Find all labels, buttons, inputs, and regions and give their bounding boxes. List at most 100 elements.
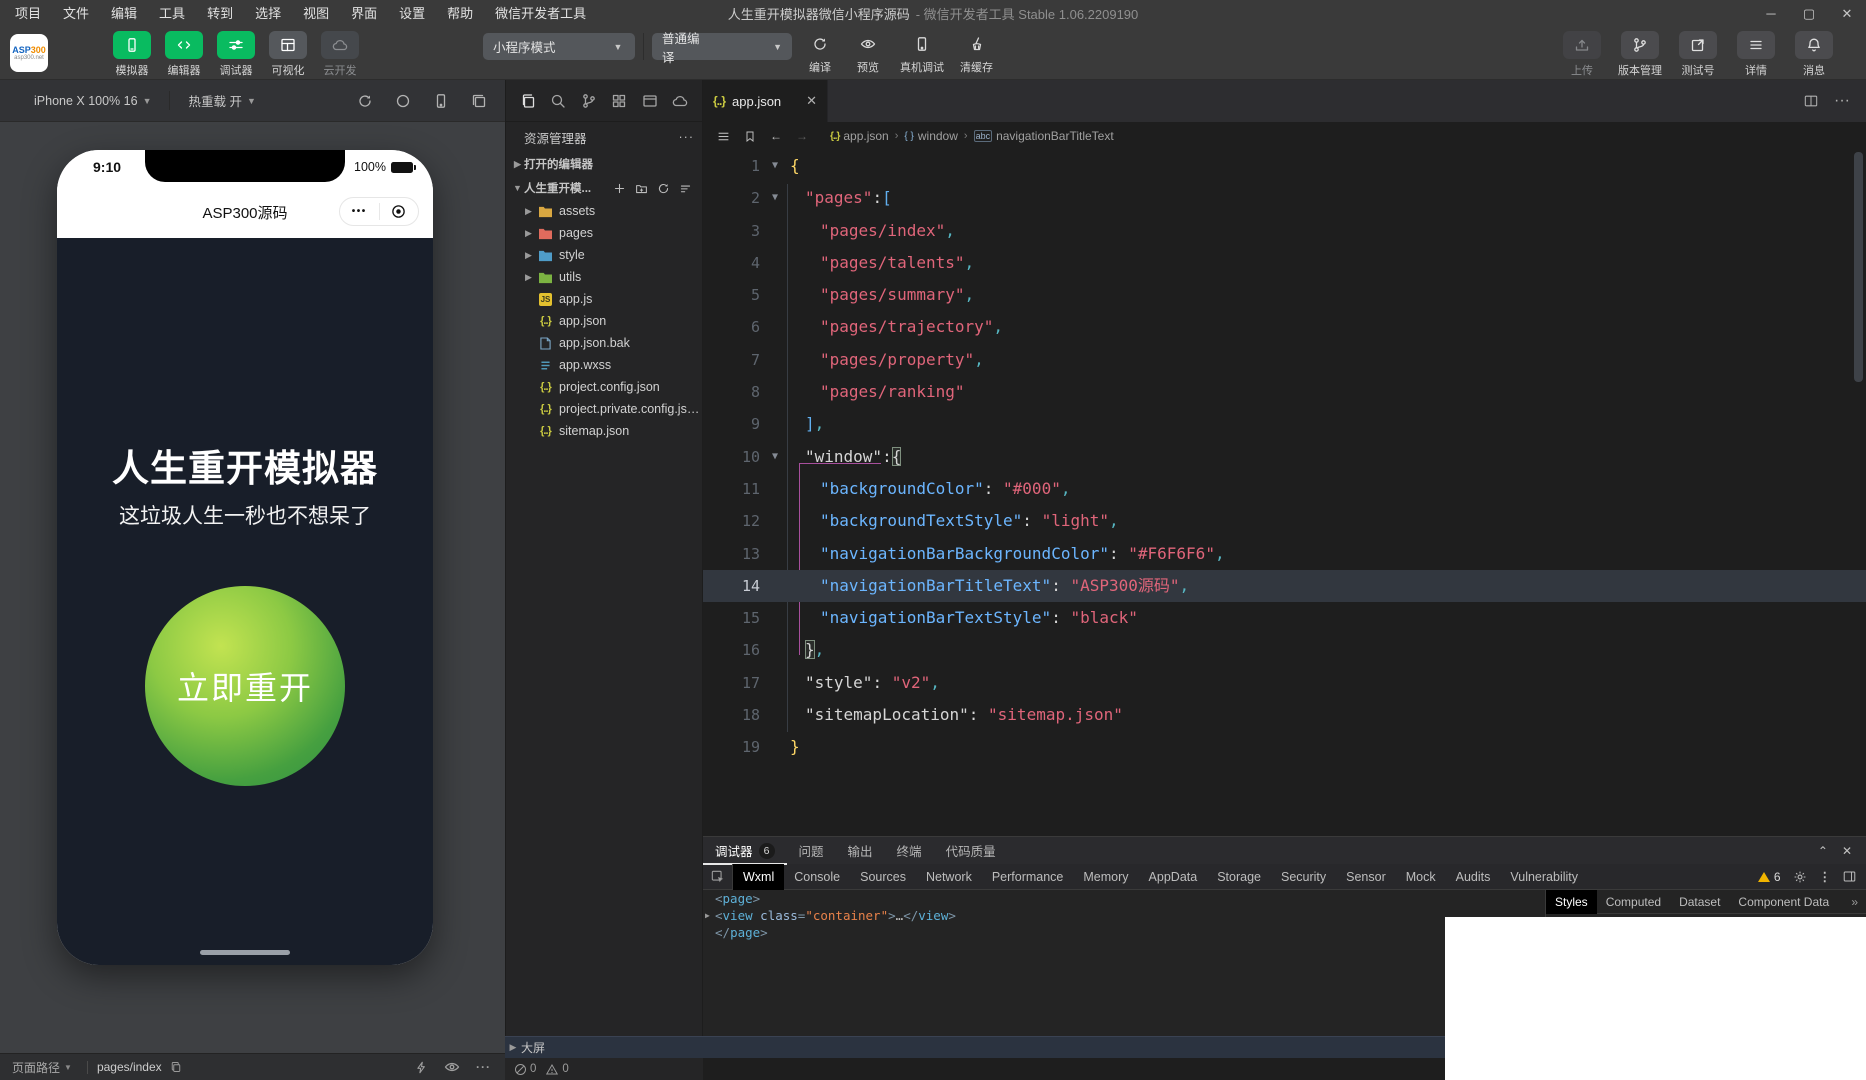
breadcrumb-item-app.json[interactable]: {..}app.json bbox=[830, 129, 889, 143]
collapse-panel-icon[interactable]: ⌃ bbox=[1818, 844, 1828, 858]
code-line-2[interactable]: 2▼"pages":[ bbox=[703, 182, 1866, 214]
code-line-17[interactable]: 17"style": "v2", bbox=[703, 667, 1866, 699]
close-tab-icon[interactable]: ✕ bbox=[806, 93, 817, 109]
eye-icon[interactable] bbox=[444, 1059, 460, 1075]
record-icon[interactable] bbox=[395, 93, 411, 109]
toolbar-button-编辑器[interactable]: 编辑器 bbox=[164, 31, 204, 78]
wxml-node-0[interactable]: <page> bbox=[703, 890, 1545, 907]
code-line-19[interactable]: 19} bbox=[703, 731, 1866, 763]
code-line-14[interactable]: 14"navigationBarTitleText": "ASP300源码", bbox=[703, 570, 1866, 602]
devtools-tab-Memory[interactable]: Memory bbox=[1073, 864, 1138, 890]
menu-item-帮助[interactable]: 帮助 bbox=[436, 0, 484, 27]
chevron-more-icon[interactable]: » bbox=[1851, 895, 1866, 909]
capsule-more-button[interactable]: ••• bbox=[340, 206, 379, 217]
code-line-12[interactable]: 12"backgroundTextStyle": "light", bbox=[703, 505, 1866, 537]
devtools-tab-Security[interactable]: Security bbox=[1271, 864, 1336, 890]
debugger-tab-调试器[interactable]: 调试器6 bbox=[703, 837, 787, 865]
nav-back-icon[interactable]: ← bbox=[770, 129, 782, 143]
device-select[interactable]: iPhone X 100% 16▼ bbox=[0, 94, 169, 108]
mode-select[interactable]: 小程序模式▼ bbox=[483, 33, 635, 60]
code-line-18[interactable]: 18"sitemapLocation": "sitemap.json" bbox=[703, 699, 1866, 731]
breadcrumb-item-navigationBarTitleText[interactable]: abcnavigationBarTitleText bbox=[974, 129, 1114, 143]
sync-icon[interactable] bbox=[657, 182, 670, 195]
tree-item-app.json[interactable]: {..}app.json bbox=[506, 310, 702, 332]
menu-item-文件[interactable]: 文件 bbox=[52, 0, 100, 27]
compile-select[interactable]: 普通编译▼ bbox=[652, 33, 792, 60]
menu-item-工具[interactable]: 工具 bbox=[148, 0, 196, 27]
devtools-tab-Vulnerability[interactable]: Vulnerability bbox=[1500, 864, 1588, 890]
code-line-9[interactable]: 9], bbox=[703, 408, 1866, 440]
hot-reload-toggle[interactable]: 热重载 开▼ bbox=[169, 91, 273, 110]
menu-item-设置[interactable]: 设置 bbox=[388, 0, 436, 27]
more-actions-icon[interactable]: ··· bbox=[1834, 92, 1850, 110]
new-folder-icon[interactable] bbox=[635, 182, 648, 195]
problems-status[interactable]: 0 0 bbox=[505, 1058, 703, 1080]
settings-gear-icon[interactable] bbox=[1793, 870, 1807, 884]
dock-side-icon[interactable] bbox=[1843, 870, 1856, 883]
kebab-menu-icon[interactable]: ⋮ bbox=[1819, 869, 1832, 884]
code-line-1[interactable]: 1▼{ bbox=[703, 150, 1866, 182]
nav-forward-icon[interactable]: → bbox=[796, 129, 808, 143]
menu-item-转到[interactable]: 转到 bbox=[196, 0, 244, 27]
cloud-icon[interactable] bbox=[672, 93, 688, 109]
devtools-tab-Wxml[interactable]: Wxml bbox=[733, 864, 784, 890]
warning-count[interactable]: 6 bbox=[1758, 870, 1781, 884]
code-line-10[interactable]: 10▼"window":{ bbox=[703, 441, 1866, 473]
tree-item-sitemap.json[interactable]: {..}sitemap.json bbox=[506, 420, 702, 442]
tree-item-app.js[interactable]: JSapp.js bbox=[506, 288, 702, 310]
bookmark-icon[interactable] bbox=[744, 130, 756, 143]
tree-item-app.wxss[interactable]: app.wxss bbox=[506, 354, 702, 376]
toolbar-button-模拟器[interactable]: 模拟器 bbox=[112, 31, 152, 78]
outline-icon[interactable] bbox=[717, 130, 730, 143]
devtools-tab-Console[interactable]: Console bbox=[784, 864, 850, 890]
code-line-16[interactable]: 16}, bbox=[703, 634, 1866, 666]
fold-icon[interactable]: ▼ bbox=[766, 441, 784, 473]
devtools-tab-Performance[interactable]: Performance bbox=[982, 864, 1074, 890]
toolbar-action-消息[interactable]: 消息 bbox=[1790, 31, 1838, 78]
styles-tab-Computed[interactable]: Computed bbox=[1597, 890, 1670, 914]
devtools-tab-Mock[interactable]: Mock bbox=[1396, 864, 1446, 890]
windows-icon[interactable] bbox=[471, 93, 487, 109]
branch-icon[interactable] bbox=[581, 93, 597, 109]
tree-item-assets[interactable]: ▶assets bbox=[506, 200, 702, 222]
project-section[interactable]: ▼ 人生重开模... bbox=[506, 176, 702, 200]
fold-icon[interactable]: ▼ bbox=[766, 182, 784, 214]
styles-tab-Component Data[interactable]: Component Data bbox=[1729, 890, 1838, 914]
bolt-icon[interactable] bbox=[415, 1061, 428, 1074]
fold-icon[interactable]: ▼ bbox=[766, 150, 784, 182]
devtools-tab-Network[interactable]: Network bbox=[916, 864, 982, 890]
debugger-tab-问题[interactable]: 问题 bbox=[787, 837, 836, 865]
editor-scrollbar[interactable] bbox=[1854, 152, 1863, 382]
wxml-node-1[interactable]: ▶<view class="container">…</view> bbox=[703, 907, 1545, 924]
code-line-11[interactable]: 11"backgroundColor": "#000", bbox=[703, 473, 1866, 505]
toolbar-action-预览[interactable]: 预览 bbox=[848, 31, 888, 75]
devtools-tab-Sensor[interactable]: Sensor bbox=[1336, 864, 1396, 890]
collapse-icon[interactable] bbox=[679, 182, 692, 195]
code-editor[interactable]: 1▼{2▼"pages":[3"pages/index",4"pages/tal… bbox=[703, 150, 1866, 836]
split-editor-icon[interactable] bbox=[1804, 94, 1818, 108]
code-line-8[interactable]: 8"pages/ranking" bbox=[703, 376, 1866, 408]
restart-button[interactable]: 立即重开 bbox=[145, 586, 345, 786]
device-icon[interactable] bbox=[433, 93, 449, 109]
tree-item-app.json.bak[interactable]: app.json.bak bbox=[506, 332, 702, 354]
menu-item-选择[interactable]: 选择 bbox=[244, 0, 292, 27]
files-icon[interactable] bbox=[520, 93, 536, 109]
toolbar-action-详情[interactable]: 详情 bbox=[1732, 31, 1780, 78]
expand-arrow-icon[interactable]: ▶ bbox=[705, 907, 710, 924]
devtools-tab-Sources[interactable]: Sources bbox=[850, 864, 916, 890]
grid-icon[interactable] bbox=[611, 93, 627, 109]
wxml-inspector[interactable]: <page>▶<view class="container">…</view><… bbox=[703, 890, 1545, 1036]
capsule-close-icon[interactable] bbox=[380, 204, 419, 219]
menu-item-界面[interactable]: 界面 bbox=[340, 0, 388, 27]
debugger-tab-输出[interactable]: 输出 bbox=[836, 837, 885, 865]
wxml-node-2[interactable]: </page> bbox=[703, 924, 1545, 941]
tab-app-json[interactable]: {..} app.json ✕ bbox=[703, 80, 828, 122]
close-button[interactable]: ✕ bbox=[1828, 0, 1866, 27]
tree-item-style[interactable]: ▶style bbox=[506, 244, 702, 266]
devtools-tab-AppData[interactable]: AppData bbox=[1139, 864, 1208, 890]
page-path-label[interactable]: 页面路径 bbox=[12, 1059, 60, 1076]
menu-item-编辑[interactable]: 编辑 bbox=[100, 0, 148, 27]
breadcrumb-item-window[interactable]: { }window bbox=[904, 129, 958, 143]
tree-item-project.private.config.js…[interactable]: {..}project.private.config.js… bbox=[506, 398, 702, 420]
debugger-tab-代码质量[interactable]: 代码质量 bbox=[934, 837, 1008, 865]
